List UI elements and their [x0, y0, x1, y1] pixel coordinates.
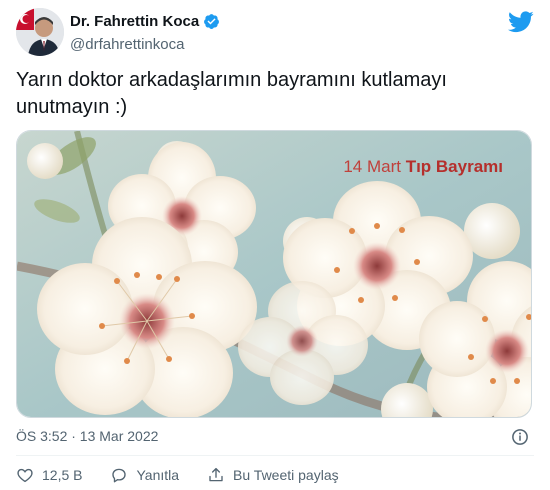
reply-button[interactable]: Yanıtla	[110, 466, 179, 484]
divider	[16, 455, 534, 456]
verified-badge-icon	[204, 14, 220, 29]
author-name[interactable]: Dr. Fahrettin Koca	[70, 13, 199, 30]
author-name-row[interactable]: Dr. Fahrettin Koca	[70, 13, 220, 30]
reply-icon	[112, 468, 127, 483]
share-button[interactable]: Bu Tweeti paylaş	[207, 466, 339, 484]
tweet-image[interactable]: 14 Mart Tıp Bayramı	[16, 130, 532, 418]
image-caption: 14 Mart Tıp Bayramı	[343, 157, 503, 177]
share-label: Bu Tweeti paylaş	[233, 467, 339, 483]
image-caption-title: Tıp Bayramı	[405, 157, 503, 176]
info-icon[interactable]	[511, 428, 529, 446]
action-bar: 12,5 B Yanıtla Bu Tweeti paylaş	[16, 466, 367, 484]
share-icon	[209, 467, 223, 482]
tweet-text: Yarın doktor arkadaşlarımın bayramını ku…	[16, 69, 447, 118]
avatar[interactable]	[16, 8, 64, 56]
reply-label: Yanıtla	[136, 467, 180, 483]
twitter-bird-icon[interactable]	[508, 11, 534, 33]
author-handle[interactable]: @drfahrettinkoca	[70, 36, 184, 53]
image-caption-date: 14 Mart	[343, 157, 406, 176]
tweet-card: Dr. Fahrettin Koca @drfahrettinkoca Yarı…	[0, 0, 550, 490]
like-count: 12,5 B	[42, 467, 83, 483]
like-button[interactable]: 12,5 B	[16, 466, 82, 484]
heart-icon	[17, 468, 33, 483]
tweet-timestamp[interactable]: ÖS 3:52 · 13 Mar 2022	[16, 428, 158, 444]
